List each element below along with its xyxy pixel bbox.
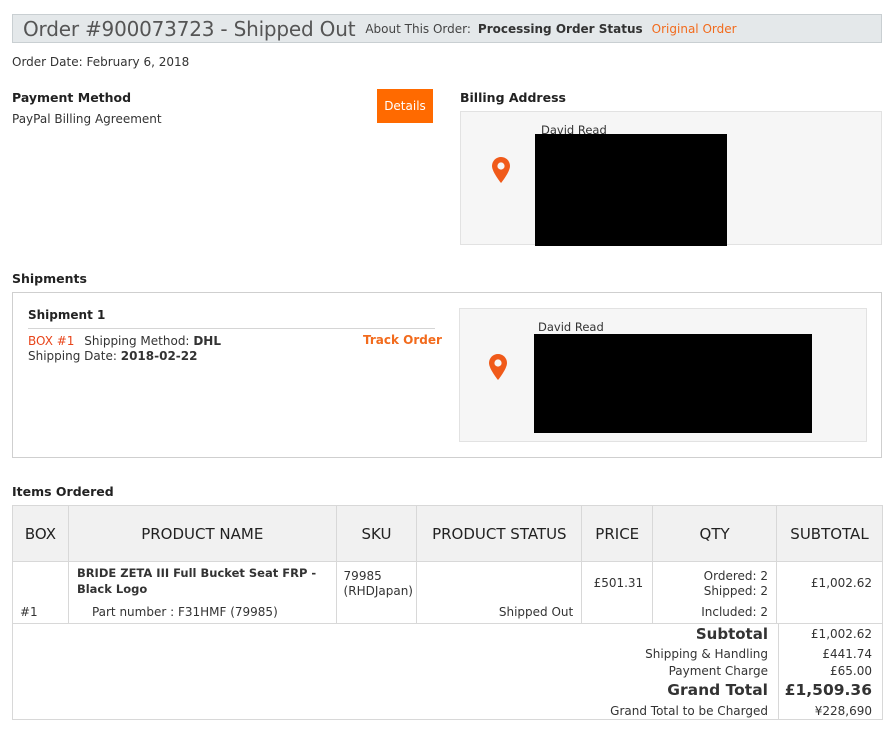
order-title: Order #900073723 - Shipped Out [23, 16, 356, 41]
column-header: BOX [12, 505, 69, 562]
shipping-method-label: Shipping Method: [84, 334, 190, 348]
map-pin-icon [489, 354, 507, 380]
column-header: PRICE [581, 505, 654, 562]
shipments-heading: Shipments [12, 271, 87, 286]
shipping-method-value: DHL [193, 334, 221, 348]
track-order-link[interactable]: Track Order [363, 333, 442, 347]
payment-charge-label: Payment Charge [668, 664, 768, 678]
billing-address-box: David Read [460, 111, 882, 246]
sku-vendor: (RHDJapan) [343, 584, 413, 598]
shipment-divider [28, 328, 435, 329]
billing-address-heading: Billing Address [460, 90, 566, 105]
qty-shipped: Shipped: 2 [703, 584, 768, 598]
items-ordered-heading: Items Ordered [12, 484, 114, 499]
qty-ordered: Ordered: 2 [703, 569, 768, 583]
map-pin-icon [492, 157, 510, 183]
redacted-address [534, 334, 812, 433]
shipping-handling-label: Shipping & Handling [645, 647, 768, 661]
items-table: BOX PRODUCT NAME SKU PRODUCT STATUS PRIC… [12, 505, 883, 624]
product-status: Shipped Out [498, 605, 574, 619]
sku-cell: 79985 (RHDJapan) [335, 561, 418, 624]
subtotal-cell: £1,002.62 [776, 561, 883, 624]
box-tag: BOX #1 [28, 334, 75, 348]
payment-charge-value: £65.00 [830, 664, 872, 678]
shipping-method-line: BOX #1 Shipping Method: DHL [28, 334, 221, 348]
redacted-address [535, 134, 727, 246]
grand-total-value: £1,509.36 [784, 681, 872, 699]
price-cell: £501.31 [581, 561, 654, 624]
payment-method-value: PayPal Billing Agreement [12, 112, 162, 126]
subtotal-label: Subtotal [695, 625, 768, 643]
part-number: Part number : F31HMF (79985) [91, 605, 278, 619]
table-row: #1 BRIDE ZETA III Full Bucket Seat FRP -… [12, 561, 883, 624]
product-name-cell: BRIDE ZETA III Full Bucket Seat FRP - Bl… [67, 561, 337, 624]
shipping-handling-value: £441.74 [822, 647, 872, 661]
shipping-date-line: Shipping Date: 2018-02-22 [28, 349, 197, 363]
column-header: PRODUCT NAME [67, 505, 337, 562]
about-order-label: About This Order: [365, 21, 471, 36]
status-cell: Shipped Out [416, 561, 583, 624]
shipping-date-value: 2018-02-22 [120, 349, 198, 363]
order-totals: Subtotal £1,002.62 Shipping & Handling £… [12, 624, 883, 720]
grand-total-charged-value: ¥228,690 [814, 704, 872, 718]
grand-total-charged-label: Grand Total to be Charged [610, 704, 768, 718]
shipping-name: David Read [538, 320, 604, 334]
processing-status-link[interactable]: Processing Order Status [478, 22, 643, 36]
shipments-panel: Shipment 1 BOX #1 Shipping Method: DHL S… [12, 292, 882, 458]
product-name-link[interactable]: BRIDE ZETA III Full Bucket Seat FRP - Bl… [77, 565, 327, 597]
price-value: £501.31 [593, 576, 644, 590]
column-header: SUBTOTAL [776, 505, 883, 562]
sku-value: 79985 [343, 569, 382, 583]
payment-method-heading: Payment Method [12, 90, 132, 105]
box-cell: #1 [12, 561, 69, 624]
row-subtotal: £1,002.62 [810, 576, 872, 590]
details-button[interactable]: Details [377, 89, 433, 123]
original-order-link[interactable]: Original Order [652, 22, 737, 36]
box-number: #1 [20, 605, 38, 619]
column-header: PRODUCT STATUS [416, 505, 583, 562]
order-date: Order Date: February 6, 2018 [12, 55, 190, 69]
column-header: SKU [335, 505, 418, 562]
totals-divider [778, 624, 779, 720]
shipping-address-box: David Read [459, 308, 867, 442]
subtotal-value: £1,002.62 [810, 627, 872, 641]
grand-total-label: Grand Total [667, 681, 768, 699]
table-header-row: BOX PRODUCT NAME SKU PRODUCT STATUS PRIC… [12, 505, 883, 562]
qty-cell: Ordered: 2 Shipped: 2 Included: 2 [652, 561, 777, 624]
column-header: QTY [652, 505, 777, 562]
shipment-title: Shipment 1 [28, 308, 106, 322]
order-header: Order #900073723 - Shipped Out About Thi… [12, 14, 882, 43]
shipping-date-label: Shipping Date: [28, 349, 117, 363]
qty-included: Included: 2 [701, 605, 768, 619]
